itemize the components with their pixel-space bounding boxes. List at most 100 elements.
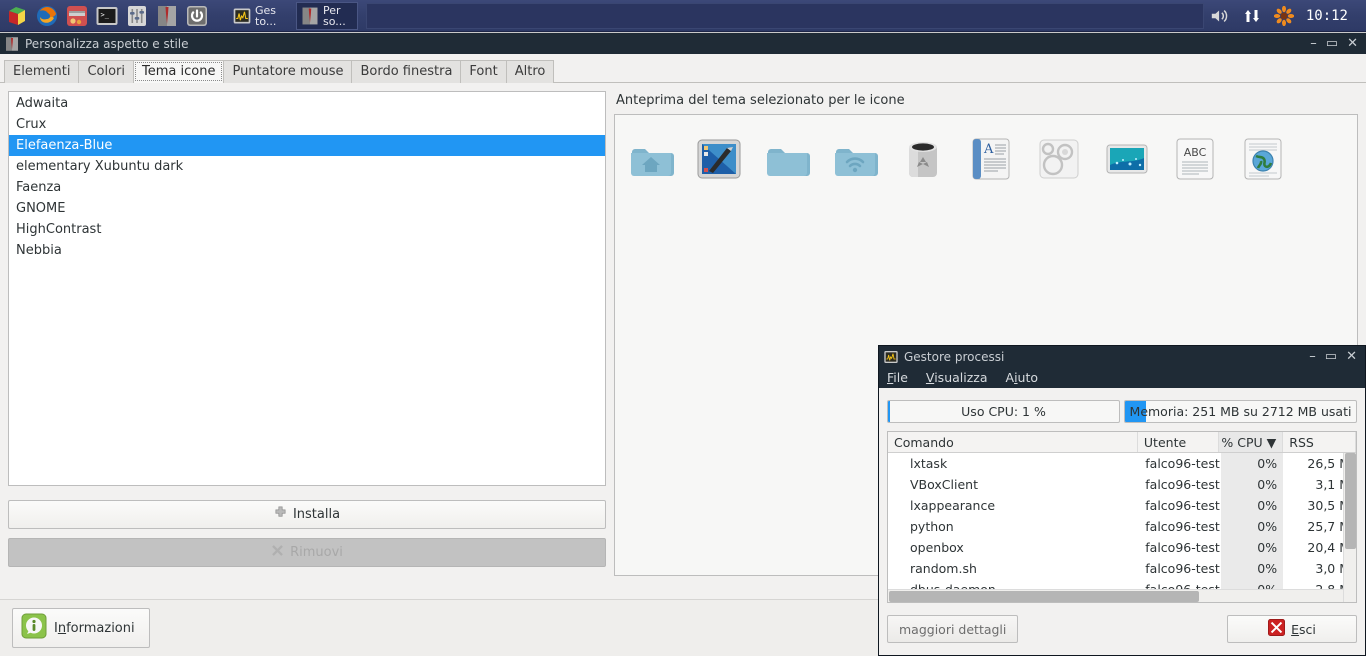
menu-file[interactable]: File bbox=[887, 370, 908, 385]
list-item[interactable]: Crux bbox=[9, 114, 605, 135]
package-manager-icon[interactable] bbox=[64, 3, 90, 29]
vertical-scrollbar-thumb[interactable] bbox=[1345, 453, 1356, 549]
preview-icon-row: A ABC bbox=[615, 115, 1357, 183]
appearance-icon bbox=[4, 36, 20, 52]
clock[interactable]: 10:12 bbox=[1306, 8, 1356, 24]
horizontal-scrollbar-thumb[interactable] bbox=[889, 591, 1199, 602]
html-globe-document-icon bbox=[1239, 135, 1287, 183]
desktop-preferences-icon bbox=[695, 135, 743, 183]
maggiori-dettagli-button[interactable]: maggiori dettagli bbox=[887, 615, 1019, 643]
menu-visualizza-suffix: isualizza bbox=[934, 370, 988, 385]
esci-button-label: Esci bbox=[1291, 622, 1316, 637]
list-item[interactable]: elementary Xubuntu dark bbox=[9, 156, 605, 177]
text-document-icon: A bbox=[967, 135, 1015, 183]
tab-font[interactable]: Font bbox=[460, 60, 507, 83]
menu-aiuto-suffix: uto bbox=[1017, 370, 1039, 385]
cell-utente: falco96-test bbox=[1145, 519, 1220, 534]
tab-colori[interactable]: Colori bbox=[78, 60, 134, 83]
cell-comando: openbox bbox=[910, 540, 964, 555]
plus-icon bbox=[274, 506, 287, 523]
info-label-suffix: formazioni bbox=[66, 620, 135, 636]
network-updown-icon[interactable] bbox=[1242, 6, 1262, 26]
table-row[interactable]: python falco96-test 0% 25,7 M bbox=[888, 516, 1356, 537]
taskbar-button-gestore-processi[interactable]: Ges to... bbox=[228, 2, 290, 30]
menu-aiuto-prefix: A bbox=[1005, 370, 1015, 385]
taskbar-button-personalizza[interactable]: Per so... bbox=[296, 1, 358, 30]
table-row[interactable]: lxappearance falco96-test 0% 30,5 M bbox=[888, 495, 1356, 516]
desktop-panel: >_ Ges to... Per so... 10:12 bbox=[0, 0, 1366, 32]
close-button[interactable]: ✕ bbox=[1346, 350, 1357, 363]
esci-button[interactable]: Esci bbox=[1227, 615, 1357, 643]
tab-puntatore-mouse[interactable]: Puntatore mouse bbox=[223, 60, 353, 83]
list-item[interactable]: Nebbia bbox=[9, 240, 605, 261]
column-header-comando[interactable]: Comando bbox=[888, 432, 1138, 452]
appearance-icon[interactable] bbox=[154, 3, 180, 29]
cell-cpu: 0% bbox=[1220, 474, 1284, 495]
folder-network-icon bbox=[831, 135, 879, 183]
table-row[interactable]: VBoxClient falco96-test 0% 3,1 M bbox=[888, 474, 1356, 495]
wallpaper-image-icon bbox=[1103, 135, 1151, 183]
appearance-icon bbox=[300, 6, 320, 26]
app-menu-icon[interactable] bbox=[4, 3, 30, 29]
tab-elementi[interactable]: Elementi bbox=[4, 60, 80, 83]
terminal-icon[interactable]: >_ bbox=[94, 3, 120, 29]
preview-label: Anteprima del tema selezionato per le ic… bbox=[616, 93, 905, 108]
cell-utente: falco96-test bbox=[1145, 456, 1220, 471]
cpu-usage-meter: Uso CPU: 1 % bbox=[887, 400, 1120, 423]
info-icon bbox=[21, 613, 47, 643]
taskbar-button-label: Ges to... bbox=[255, 5, 276, 27]
column-header-cpu[interactable]: % CPU ▼ bbox=[1219, 432, 1284, 452]
install-button-label: Installa bbox=[292, 507, 341, 522]
system-settings-gears-icon bbox=[1035, 135, 1083, 183]
process-table-header: Comando Utente % CPU ▼ RSS bbox=[888, 432, 1356, 453]
appearance-window-title: Personalizza aspetto e stile bbox=[25, 36, 189, 51]
cell-utente: falco96-test bbox=[1145, 498, 1220, 513]
task-manager-bottom-bar: maggiori dettagli Esci bbox=[879, 603, 1365, 655]
mixer-icon[interactable] bbox=[124, 3, 150, 29]
volume-icon[interactable] bbox=[1210, 6, 1230, 26]
vertical-scrollbar[interactable] bbox=[1343, 453, 1356, 602]
column-header-rss[interactable]: RSS bbox=[1283, 432, 1356, 452]
tab-tema-icone[interactable]: Tema icone bbox=[133, 60, 225, 83]
firefox-icon[interactable] bbox=[34, 3, 60, 29]
taskbar-label-line2: to... bbox=[255, 14, 277, 27]
remove-button-label: Rimuovi bbox=[290, 545, 343, 560]
tab-bordo-finestra[interactable]: Bordo finestra bbox=[351, 60, 462, 83]
cell-utente: falco96-test bbox=[1145, 540, 1220, 555]
table-row[interactable]: openbox falco96-test 0% 20,4 M bbox=[888, 537, 1356, 558]
install-button[interactable]: Installa bbox=[8, 500, 606, 529]
appearance-window-controls: – ▭ ✕ bbox=[1310, 37, 1364, 50]
minimize-button[interactable]: – bbox=[1309, 350, 1316, 363]
close-button[interactable]: ✕ bbox=[1347, 37, 1358, 50]
list-item[interactable]: HighContrast bbox=[9, 219, 605, 240]
minimize-button[interactable]: – bbox=[1310, 37, 1317, 50]
task-manager-menubar: File Visualizza Aiuto bbox=[879, 367, 1365, 388]
task-manager-titlebar[interactable]: Gestore processi – ▭ ✕ bbox=[879, 346, 1365, 367]
horizontal-scrollbar[interactable] bbox=[888, 589, 1343, 602]
appearance-titlebar[interactable]: Personalizza aspetto e stile – ▭ ✕ bbox=[0, 33, 1366, 54]
menu-aiuto[interactable]: Aiuto bbox=[1006, 370, 1039, 385]
informazioni-button[interactable]: Informazioni bbox=[12, 608, 150, 648]
sunflower-icon[interactable] bbox=[1273, 5, 1294, 26]
list-item[interactable]: Faenza bbox=[9, 177, 605, 198]
tab-altro[interactable]: Altro bbox=[505, 60, 555, 83]
icon-theme-list[interactable]: Adwaita Crux Elefaenza-Blue elementary X… bbox=[8, 91, 606, 486]
list-item[interactable]: Elefaenza-Blue bbox=[9, 135, 605, 156]
list-item[interactable]: GNOME bbox=[9, 198, 605, 219]
task-manager-window: Gestore processi – ▭ ✕ File Visualizza A… bbox=[878, 345, 1366, 656]
menu-visualizza[interactable]: Visualizza bbox=[926, 370, 988, 385]
taskbar-label-line2: so... bbox=[323, 14, 346, 27]
menu-visualizza-mnemonic: V bbox=[925, 370, 935, 385]
task-list-area[interactable] bbox=[366, 2, 1204, 29]
table-row[interactable]: random.sh falco96-test 0% 3,0 M bbox=[888, 558, 1356, 579]
cell-cpu: 0% bbox=[1220, 453, 1284, 474]
system-monitor-icon bbox=[883, 349, 899, 365]
list-item[interactable]: Adwaita bbox=[9, 93, 605, 114]
cpu-meter-label: Uso CPU: 1 % bbox=[961, 404, 1046, 419]
informazioni-button-label: Informazioni bbox=[54, 621, 135, 636]
maximize-button[interactable]: ▭ bbox=[1326, 37, 1338, 50]
column-header-utente[interactable]: Utente bbox=[1138, 432, 1220, 452]
power-icon[interactable] bbox=[184, 3, 210, 29]
maximize-button[interactable]: ▭ bbox=[1325, 350, 1337, 363]
table-row[interactable]: lxtask falco96-test 0% 26,5 M bbox=[888, 453, 1356, 474]
